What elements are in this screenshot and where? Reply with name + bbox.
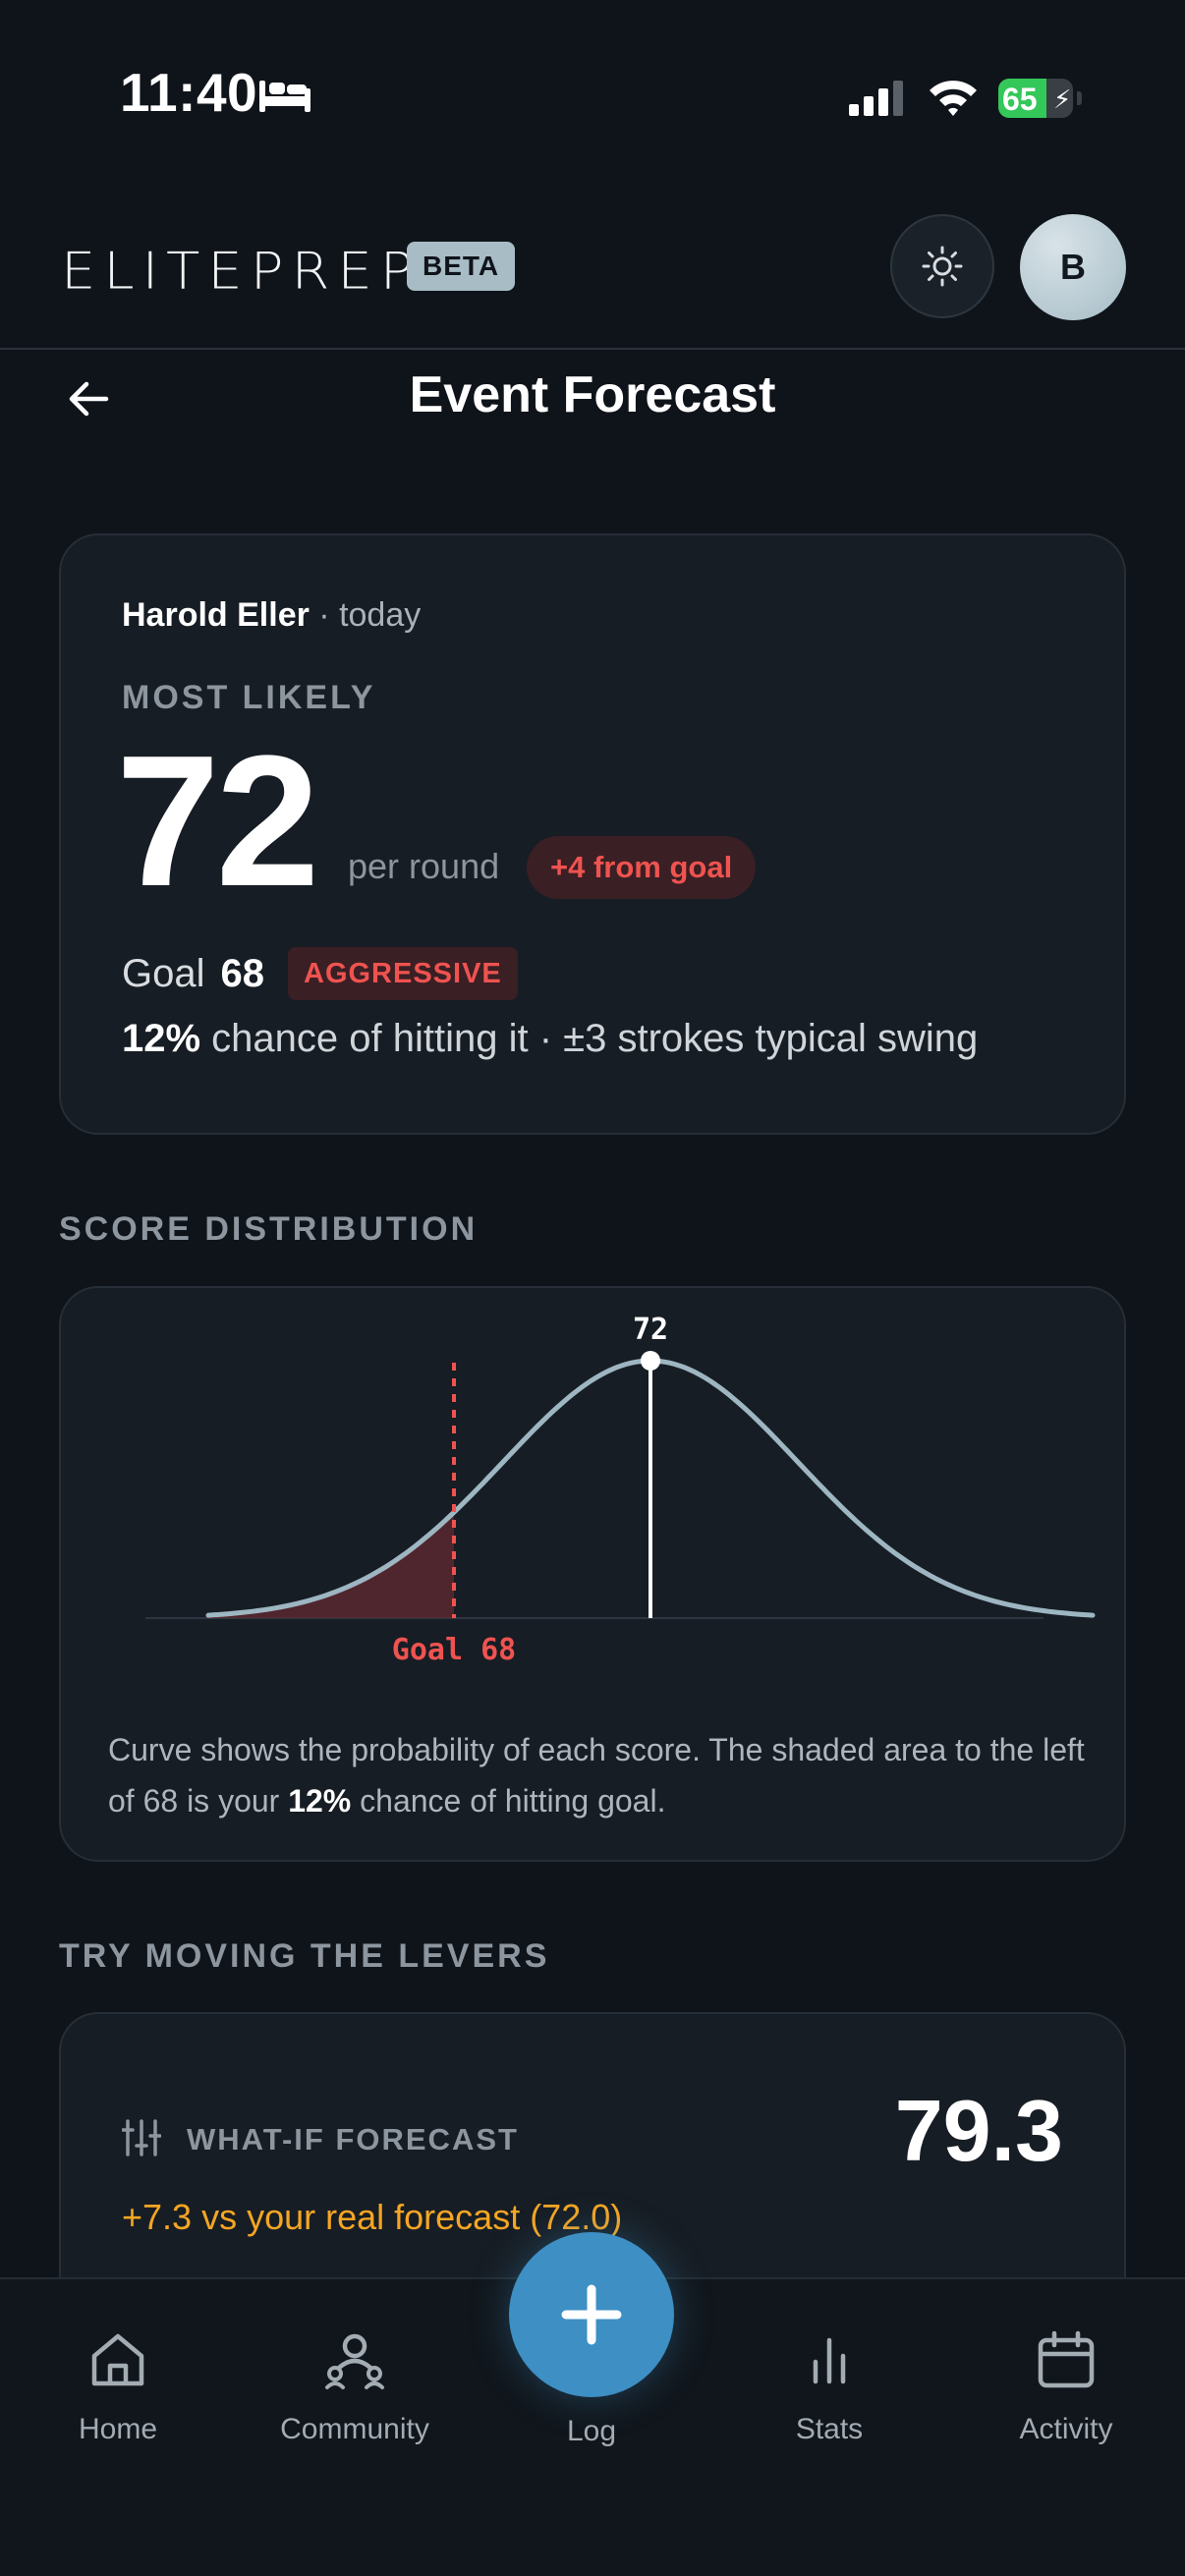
battery-indicator: 65 ⚡: [998, 79, 1082, 118]
log-button[interactable]: [509, 2232, 674, 2397]
player-name: Harold Eller: [122, 596, 310, 634]
community-icon: [325, 2333, 384, 2389]
cellular-signal-icon: [849, 81, 903, 116]
peak-point: [641, 1351, 660, 1371]
status-time: 11:40: [120, 62, 258, 123]
sliders-icon: [122, 2119, 161, 2156]
nav-stats[interactable]: Stats: [731, 2328, 928, 2446]
status-bar: 11:40 65 ⚡: [0, 0, 1185, 187]
chance-text: chance of hitting it · ±3 strokes typica…: [200, 1017, 979, 1060]
peak-label: 72: [633, 1313, 668, 1347]
arrow-left-icon: [69, 381, 109, 417]
goal-marker-label: Goal 68: [392, 1633, 516, 1667]
forecast-card: Harold Eller · today MOST LIKELY 72 per …: [59, 533, 1126, 1135]
distribution-chart: 72 Goal 68: [145, 1313, 1096, 1667]
nav-stats-label: Stats: [795, 2413, 864, 2445]
page-title: Event Forecast: [409, 366, 776, 423]
distribution-caption: Curve shows the probability of each scor…: [108, 1724, 1091, 1826]
goal-probability-area: [208, 1512, 454, 1618]
caption-text-end: chance of hitting goal.: [351, 1783, 666, 1819]
chance-percent: 12%: [122, 1017, 201, 1060]
separator: ·: [309, 596, 340, 634]
goal-line: Goal 68 AGGRESSIVE: [122, 946, 518, 1001]
nav-activity[interactable]: Activity: [968, 2328, 1164, 2446]
levers-heading: TRY MOVING THE LEVERS: [59, 1937, 550, 1975]
chance-line: 12% chance of hitting it · ±3 strokes ty…: [122, 1017, 978, 1061]
score-distribution-heading: SCORE DISTRIBUTION: [59, 1210, 479, 1248]
forecast-date: today: [339, 596, 422, 634]
nav-activity-label: Activity: [1019, 2413, 1113, 2445]
goal-value: 68: [220, 951, 265, 995]
nav-community-label: Community: [280, 2413, 429, 2445]
what-if-delta: +7.3 vs your real forecast (72.0): [122, 2197, 623, 2237]
plus-icon: [561, 2284, 622, 2345]
home-icon: [91, 2333, 144, 2386]
player-line: Harold Eller · today: [122, 596, 421, 635]
battery-level: 65: [1002, 82, 1038, 117]
caption-percent: 12%: [288, 1783, 352, 1819]
bar-chart-icon: [813, 2337, 846, 2384]
calendar-icon: [1038, 2330, 1095, 2388]
nav-home[interactable]: Home: [20, 2328, 216, 2446]
goal-difficulty-badge: AGGRESSIVE: [288, 947, 518, 1000]
goal-delta-badge: +4 from goal: [527, 836, 757, 899]
what-if-label: WHAT-IF FORECAST: [187, 2122, 519, 2156]
what-if-value: 79.3: [894, 2082, 1063, 2179]
goal-label: Goal: [122, 951, 205, 995]
most-likely-label: MOST LIKELY: [122, 679, 376, 716]
predicted-score: 72: [116, 717, 319, 925]
bed-icon: [259, 81, 310, 112]
nav-log-label: Log: [566, 2415, 617, 2447]
score-unit: per round: [348, 846, 500, 886]
app-header: ELITEPREP BETA B: [0, 196, 1185, 350]
nav-community[interactable]: Community: [256, 2328, 453, 2446]
back-button[interactable]: [61, 371, 116, 426]
theme-toggle-button[interactable]: [890, 214, 994, 318]
sun-icon: [922, 246, 963, 287]
avatar[interactable]: B: [1020, 214, 1126, 320]
charging-bolt-icon: ⚡: [1053, 84, 1072, 114]
nav-home-label: Home: [78, 2413, 158, 2445]
wifi-icon: [930, 81, 977, 116]
app-logo[interactable]: ELITEPREP: [61, 243, 422, 302]
score-distribution-card: 72 Goal 68 Curve shows the probability o…: [59, 1286, 1126, 1862]
beta-badge: BETA: [407, 242, 516, 291]
